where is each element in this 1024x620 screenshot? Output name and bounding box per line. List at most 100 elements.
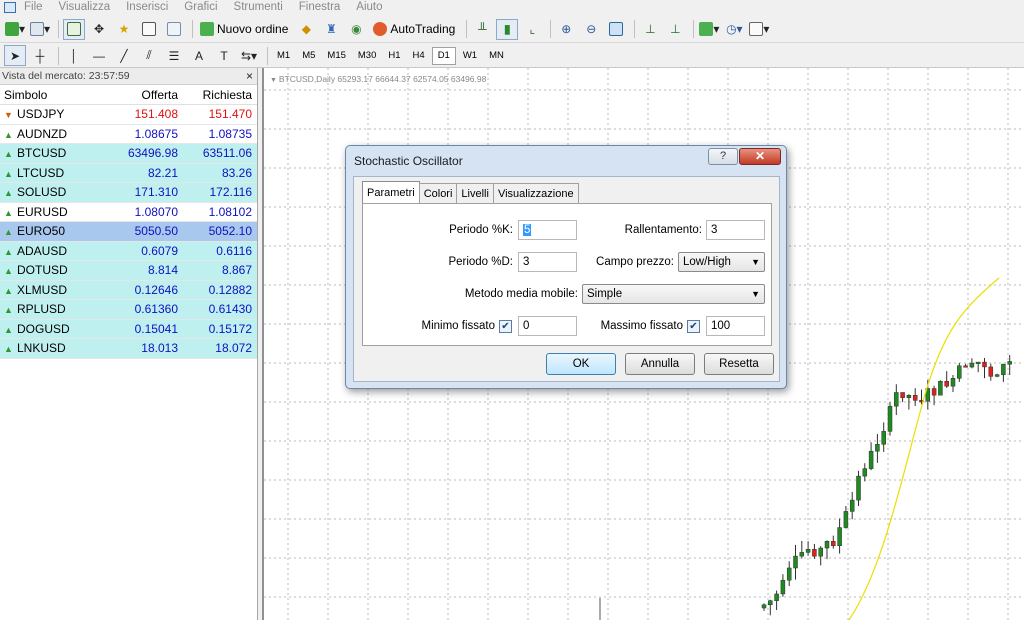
text-tool[interactable]: A bbox=[188, 45, 210, 66]
symbol-name: DOGUSD bbox=[17, 321, 70, 336]
symbol-row[interactable]: ▲ BTCUSD 63496.98 63511.06 bbox=[0, 144, 257, 164]
menu-window[interactable]: Finestra bbox=[299, 1, 341, 13]
column-header-bid[interactable]: Offerta bbox=[100, 88, 180, 102]
crosshair-icon[interactable]: ┼ bbox=[29, 45, 51, 66]
fixed-max-checkbox[interactable]: ✔ bbox=[687, 320, 700, 333]
period-h1[interactable]: H1 bbox=[383, 47, 405, 65]
menu-insert[interactable]: Inserisci bbox=[126, 1, 168, 13]
market-watch-close-button[interactable]: × bbox=[246, 69, 253, 83]
favorites-icon[interactable]: ★ bbox=[113, 19, 135, 40]
metaeditor-icon[interactable]: ◆ bbox=[295, 19, 317, 40]
close-button[interactable]: ✕ bbox=[739, 148, 781, 165]
chart-collapse-icon[interactable]: ▼ bbox=[270, 77, 279, 84]
separator bbox=[693, 20, 695, 38]
period-m30[interactable]: M30 bbox=[353, 47, 381, 65]
ma-method-select[interactable]: Simple ▼ bbox=[582, 284, 765, 304]
auto-scroll-icon[interactable]: ⊥ bbox=[664, 19, 686, 40]
symbol-row[interactable]: ▲ XLMUSD 0.12646 0.12882 bbox=[0, 280, 257, 300]
column-header-symbol[interactable]: Simbolo bbox=[0, 88, 100, 102]
symbol-row[interactable]: ▲ DOTUSD 8.814 8.867 bbox=[0, 261, 257, 281]
market-icon[interactable]: ◉ bbox=[345, 19, 367, 40]
k-period-input[interactable]: 5 bbox=[518, 220, 577, 240]
chart-shift-icon[interactable]: ⊥ bbox=[639, 19, 661, 40]
period-m1[interactable]: M1 bbox=[272, 47, 295, 65]
symbol-row[interactable]: ▲ SOLUSD 171.310 172.116 bbox=[0, 183, 257, 203]
period-h4[interactable]: H4 bbox=[408, 47, 430, 65]
ok-button[interactable]: OK bbox=[546, 353, 616, 375]
symbol-row[interactable]: ▲ DOGUSD 0.15041 0.15172 bbox=[0, 319, 257, 339]
cancel-button[interactable]: Annulla bbox=[625, 353, 695, 375]
terminal-icon[interactable] bbox=[138, 19, 160, 40]
ask-price: 1.08735 bbox=[208, 126, 252, 141]
tab-visualization[interactable]: Visualizzazione bbox=[492, 183, 579, 203]
line-chart-icon[interactable]: ⌞ bbox=[521, 19, 543, 40]
price-arrow-icon: ▲ bbox=[4, 188, 13, 199]
cursor-icon[interactable]: ➤ bbox=[4, 45, 26, 66]
symbol-row[interactable]: ▲ LNKUSD 18.013 18.072 bbox=[0, 339, 257, 359]
price-field-select[interactable]: Low/High ▼ bbox=[678, 252, 765, 272]
text-label-icon[interactable]: T bbox=[213, 45, 235, 66]
candlestick-chart-icon[interactable]: ▮ bbox=[496, 18, 519, 40]
help-button[interactable]: ? bbox=[708, 148, 738, 165]
menu-view[interactable]: Visualizza bbox=[59, 1, 111, 13]
tile-windows-icon[interactable] bbox=[605, 19, 627, 40]
candle-body bbox=[786, 567, 792, 581]
bid-price: 63496.98 bbox=[127, 146, 178, 161]
fibonacci-icon[interactable]: ☰ bbox=[163, 45, 185, 66]
symbol-row[interactable]: ▼ USDJPY 151.408 151.470 bbox=[0, 105, 257, 125]
column-header-ask[interactable]: Richiesta bbox=[180, 88, 256, 102]
bid-price: 0.6079 bbox=[141, 243, 178, 258]
reset-button[interactable]: Resetta bbox=[704, 353, 774, 375]
period-mn[interactable]: MN bbox=[484, 47, 509, 65]
fixed-min-checkbox[interactable]: ✔ bbox=[499, 320, 512, 333]
d-period-input[interactable]: 3 bbox=[518, 252, 577, 272]
autotrading-button[interactable]: AutoTrading bbox=[370, 19, 458, 40]
signals-icon[interactable]: ♜ bbox=[320, 19, 342, 40]
period-d1[interactable]: D1 bbox=[431, 46, 456, 65]
symbol-row[interactable]: ▲ EURO50 5050.50 5052.10 bbox=[0, 222, 257, 242]
ask-price: 63511.06 bbox=[202, 146, 252, 161]
zoom-out-icon[interactable]: ⊖ bbox=[580, 19, 602, 40]
bar-chart-icon[interactable]: ╨ bbox=[471, 19, 493, 40]
indicators-icon[interactable]: ▾ bbox=[698, 19, 720, 40]
bid-price: 8.814 bbox=[147, 263, 178, 278]
menu-help[interactable]: Aiuto bbox=[356, 1, 382, 13]
navigator-icon[interactable]: ✥ bbox=[88, 19, 110, 40]
periods-clock-icon[interactable]: ◷▾ bbox=[723, 19, 745, 40]
price-arrow-icon: ▲ bbox=[4, 344, 13, 355]
arrows-icon[interactable]: ⇆▾ bbox=[238, 45, 260, 66]
vertical-line-icon[interactable]: │ bbox=[63, 45, 85, 66]
slowing-input[interactable]: 3 bbox=[706, 220, 765, 240]
period-m15[interactable]: M15 bbox=[322, 47, 350, 65]
menu-charts[interactable]: Grafici bbox=[184, 1, 217, 13]
symbol-row[interactable]: ▲ RPLUSD 0.61360 0.61430 bbox=[0, 300, 257, 320]
candle-body bbox=[950, 378, 956, 387]
tab-parameters[interactable]: Parametri bbox=[362, 181, 420, 203]
new-chart-icon[interactable]: ▾ bbox=[4, 19, 26, 40]
period-w1[interactable]: W1 bbox=[458, 47, 482, 65]
menu-file[interactable]: File bbox=[24, 1, 43, 13]
tab-levels[interactable]: Livelli bbox=[456, 183, 494, 203]
tab-colors[interactable]: Colori bbox=[418, 183, 458, 203]
ma-method-value: Simple bbox=[587, 288, 623, 300]
zoom-in-icon[interactable]: ⊕ bbox=[555, 19, 577, 40]
fixed-min-input[interactable]: 0 bbox=[518, 316, 577, 336]
new-order-icon bbox=[200, 22, 214, 36]
profiles-icon[interactable]: ▾ bbox=[29, 19, 51, 40]
candle-body bbox=[799, 552, 805, 557]
menu-tools[interactable]: Strumenti bbox=[234, 1, 283, 13]
templates-icon[interactable]: ▾ bbox=[748, 19, 770, 40]
fixed-max-input[interactable]: 100 bbox=[706, 316, 765, 336]
trendline-icon[interactable]: ╱ bbox=[113, 45, 135, 66]
strategy-tester-icon[interactable] bbox=[163, 19, 185, 40]
equidistant-channel-icon[interactable]: ⫽ bbox=[138, 45, 160, 66]
market-watch-icon[interactable] bbox=[63, 18, 85, 40]
symbol-row[interactable]: ▲ LTCUSD 82.21 83.26 bbox=[0, 163, 257, 183]
symbol-row[interactable]: ▲ EURUSD 1.08070 1.08102 bbox=[0, 203, 257, 222]
period-m5[interactable]: M5 bbox=[297, 47, 320, 65]
ask-price: 0.15172 bbox=[208, 321, 252, 336]
horizontal-line-icon[interactable]: — bbox=[88, 45, 110, 66]
symbol-row[interactable]: ▲ AUDNZD 1.08675 1.08735 bbox=[0, 125, 257, 144]
symbol-row[interactable]: ▲ ADAUSD 0.6079 0.6116 bbox=[0, 241, 257, 261]
new-order-button[interactable]: Nuovo ordine bbox=[197, 19, 291, 40]
